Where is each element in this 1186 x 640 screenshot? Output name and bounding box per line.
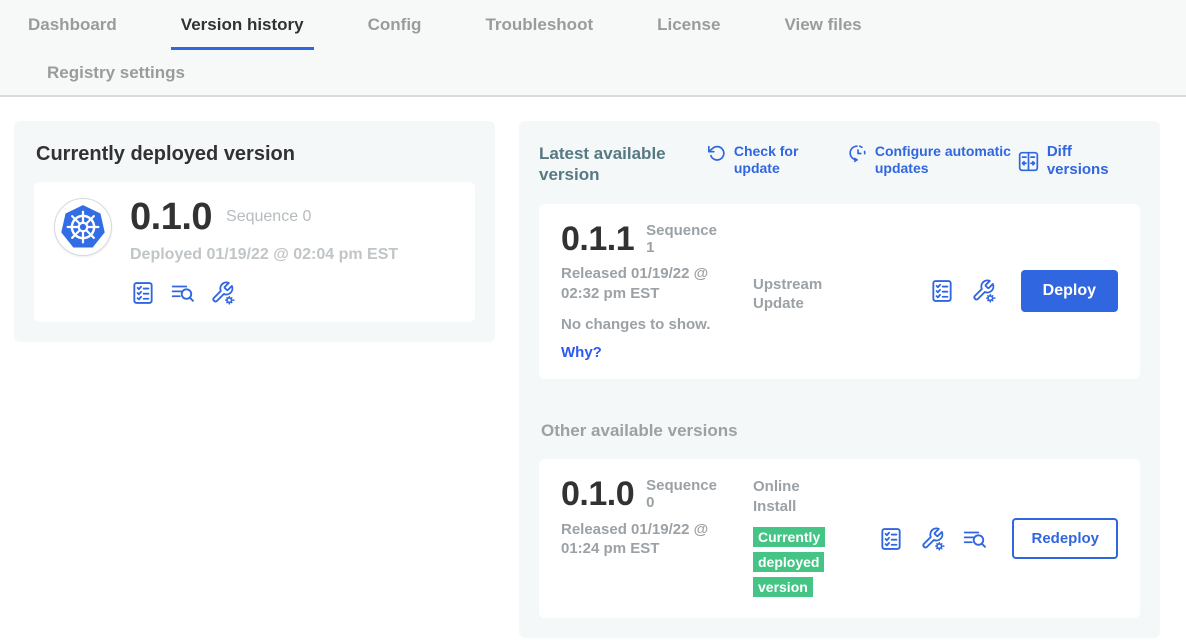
latest-version-card: 0.1.1 Sequence 1 Released 01/19/22 @ 02:… [539,204,1140,380]
edit-config-icon[interactable] [920,526,946,552]
tab-license[interactable]: License [647,15,730,50]
preflight-checks-icon[interactable] [878,526,904,552]
update-schedule-icon [848,143,868,163]
other-released-timestamp: Released 01/19/22 @ 01:24 pm EST [561,520,741,559]
latest-version-details: 0.1.1 Sequence 1 Released 01/19/22 @ 02:… [561,222,753,362]
diff-versions-link[interactable]: Diff versions [1017,143,1136,179]
app-logo-circle [54,198,112,256]
latest-available-title: Latest available version [539,143,689,186]
check-for-update-link[interactable]: Check for update [707,143,804,177]
other-version-card: 0.1.0 Sequence 0 Released 01/19/22 @ 01:… [539,459,1140,618]
other-available-versions-title: Other available versions [541,421,1140,441]
diff-versions-icon [1017,150,1040,173]
currently-deployed-badge: Currently deployed version [753,527,825,597]
view-logs-icon[interactable] [962,526,988,552]
redeploy-button[interactable]: Redeploy [1012,518,1118,559]
deployed-version-card: 0.1.0 Sequence 0 Deployed 01/19/22 @ 02:… [34,182,475,322]
tab-registry-settings[interactable]: Registry settings [37,63,195,83]
deployed-version-number: 0.1.0 [130,198,212,236]
other-version-number: 0.1.0 [561,477,634,511]
latest-sequence-label: Sequence 1 [646,222,716,257]
currently-deployed-badge-wrap: Currently deployed version [753,526,841,600]
latest-actions: Deploy [929,270,1118,312]
top-navigation: Dashboard Version history Config Trouble… [0,0,1186,97]
latest-source-label: Upstream Update [753,275,838,314]
configure-automatic-updates-label: Configure automatic updates [875,143,1017,177]
deploy-button[interactable]: Deploy [1021,270,1118,312]
deployed-action-icons [130,280,398,306]
tab-troubleshoot[interactable]: Troubleshoot [475,15,603,50]
preflight-checks-icon[interactable] [929,278,955,304]
latest-source-column: Upstream Update [753,275,849,314]
diff-versions-label: Diff versions [1047,143,1136,179]
tab-dashboard[interactable]: Dashboard [18,15,127,50]
view-logs-icon[interactable] [170,280,196,306]
currently-deployed-title: Currently deployed version [36,143,475,166]
edit-config-icon[interactable] [210,280,236,306]
edit-config-icon[interactable] [971,278,997,304]
latest-available-header: Latest available version Check for updat… [539,143,1140,186]
other-sequence-label: Sequence 0 [646,477,716,512]
latest-version-number: 0.1.1 [561,222,634,256]
other-source-column: Online Install Currently deployed versio… [753,477,849,600]
other-actions: Redeploy [878,518,1118,559]
currently-deployed-panel: Currently deployed version 0.1.0 Sequenc… [14,121,495,342]
check-for-update-label: Check for update [734,143,804,177]
deployed-version-details: 0.1.0 Sequence 0 Deployed 01/19/22 @ 02:… [130,198,398,306]
latest-available-panel: Latest available version Check for updat… [519,121,1160,638]
deployed-sequence-label: Sequence 0 [226,208,311,226]
tab-config[interactable]: Config [358,15,432,50]
no-changes-text: No changes to show. [561,316,753,333]
tab-view-files[interactable]: View files [774,15,871,50]
why-link[interactable]: Why? [561,344,602,361]
configure-automatic-updates-link[interactable]: Configure automatic updates [848,143,1017,177]
nav-row-2: Registry settings [18,50,1186,95]
other-version-details: 0.1.0 Sequence 0 Released 01/19/22 @ 01:… [561,477,753,559]
refresh-ccw-icon [707,143,727,163]
other-source-label: Online Install [753,477,838,516]
main-content: Currently deployed version 0.1.0 Sequenc… [0,97,1186,638]
preflight-checks-icon[interactable] [130,280,156,306]
kubernetes-logo-icon [57,201,109,253]
latest-released-timestamp: Released 01/19/22 @ 02:32 pm EST [561,264,741,303]
nav-row-1: Dashboard Version history Config Trouble… [18,0,1186,50]
deployed-timestamp: Deployed 01/19/22 @ 02:04 pm EST [130,246,398,264]
tab-version-history[interactable]: Version history [171,15,314,50]
